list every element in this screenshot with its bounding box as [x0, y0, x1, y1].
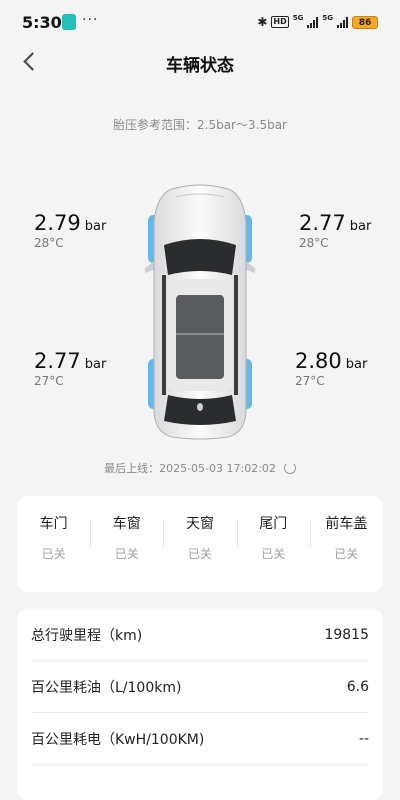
- status-icons: ✱ HD 5G 5G 86: [257, 14, 378, 30]
- pressure-value: 2.79: [34, 211, 81, 235]
- tire-pressure: 2.77 bar: [299, 211, 371, 235]
- status-value: 已关: [261, 547, 286, 561]
- tire-pressure: 2.79 bar: [34, 211, 106, 235]
- status-window: 车窗 已关: [90, 496, 163, 592]
- stat-label: 总行驶里程（km): [31, 627, 143, 644]
- status-bar: 5:30 ··· ✱ HD 5G 5G 86: [0, 0, 400, 44]
- app-notification-icon: [62, 14, 76, 30]
- tire-rear-right: 2.80 bar 27°C: [295, 349, 367, 388]
- stat-value: 19815: [324, 626, 369, 643]
- car-top-view-image: [144, 184, 256, 440]
- tire-front-right: 2.77 bar 28°C: [299, 211, 371, 250]
- last-online-text: 最后上线：2025-05-03 17:02:02: [104, 462, 276, 475]
- tire-rear-left: 2.77 bar 27°C: [34, 349, 106, 388]
- tire-pressure: 2.77 bar: [34, 349, 106, 373]
- pressure-value: 2.80: [295, 349, 342, 373]
- stat-value: --: [358, 730, 369, 747]
- network-type-2: 5G: [322, 14, 333, 22]
- status-label: 车窗: [112, 516, 141, 532]
- tire-temp: 28°C: [299, 236, 329, 250]
- vehicle-stats-card: 总行驶里程（km) 19815 百公里耗油（L/100km) 6.6 百公里耗电…: [17, 609, 383, 800]
- status-hood: 前车盖 已关: [309, 496, 383, 592]
- tire-pressure: 2.80 bar: [295, 349, 367, 373]
- stat-row-electric: 百公里耗电（KwH/100KM) --: [31, 713, 369, 765]
- status-sunroof: 天窗 已关: [163, 496, 236, 592]
- last-online: 最后上线：2025-05-03 17:02:02: [0, 460, 400, 476]
- status-label: 天窗: [186, 516, 214, 532]
- pressure-value: 2.77: [34, 349, 81, 373]
- status-label: 车门: [39, 516, 68, 532]
- stat-row-mileage: 总行驶里程（km) 19815: [31, 609, 369, 661]
- pressure-range-text: 胎压参考范围：2.5bar～3.5bar: [113, 118, 287, 132]
- pressure-unit: bar: [84, 357, 107, 372]
- signal-icon-1: [307, 16, 319, 28]
- stat-row-fuel: 百公里耗油（L/100km) 6.6: [31, 661, 369, 713]
- signal-icon-2: [337, 16, 348, 28]
- pressure-unit: bar: [349, 219, 372, 234]
- status-door: 车门 已关: [17, 496, 90, 592]
- tire-temp: 27°C: [34, 374, 64, 388]
- network-type-1: 5G: [292, 14, 304, 22]
- tire-temp: 28°C: [34, 236, 64, 250]
- nav-bar: 车辆状态: [0, 44, 400, 80]
- status-label: 前车盖: [325, 516, 368, 532]
- pressure-unit: bar: [345, 357, 368, 372]
- tire-temp: 27°C: [295, 374, 325, 388]
- status-time: 5:30: [22, 13, 62, 32]
- battery-icon: 86: [352, 15, 378, 29]
- stat-label: 百公里耗电（KwH/100KM): [31, 731, 205, 748]
- status-value: 已关: [334, 547, 359, 561]
- more-notifications-icon: ···: [82, 12, 99, 28]
- tire-front-left: 2.79 bar 28°C: [34, 211, 106, 250]
- stat-value: 6.6: [346, 678, 369, 695]
- pressure-value: 2.77: [299, 211, 346, 235]
- status-label: 尾门: [259, 516, 288, 532]
- refresh-icon[interactable]: [283, 462, 296, 474]
- pressure-unit: bar: [84, 219, 107, 234]
- stat-label: 百公里耗油（L/100km): [31, 679, 182, 696]
- bluetooth-icon: ✱: [257, 15, 268, 29]
- hd-icon: HD: [271, 16, 289, 28]
- status-tailgate: 尾门 已关: [236, 496, 310, 592]
- status-value: 已关: [188, 547, 213, 561]
- page-title: 车辆状态: [166, 56, 234, 76]
- status-value: 已关: [41, 547, 66, 561]
- status-value: 已关: [114, 547, 139, 561]
- door-status-card: 车门 已关 车窗 已关 天窗 已关 尾门 已关 前车盖 已关: [17, 496, 383, 592]
